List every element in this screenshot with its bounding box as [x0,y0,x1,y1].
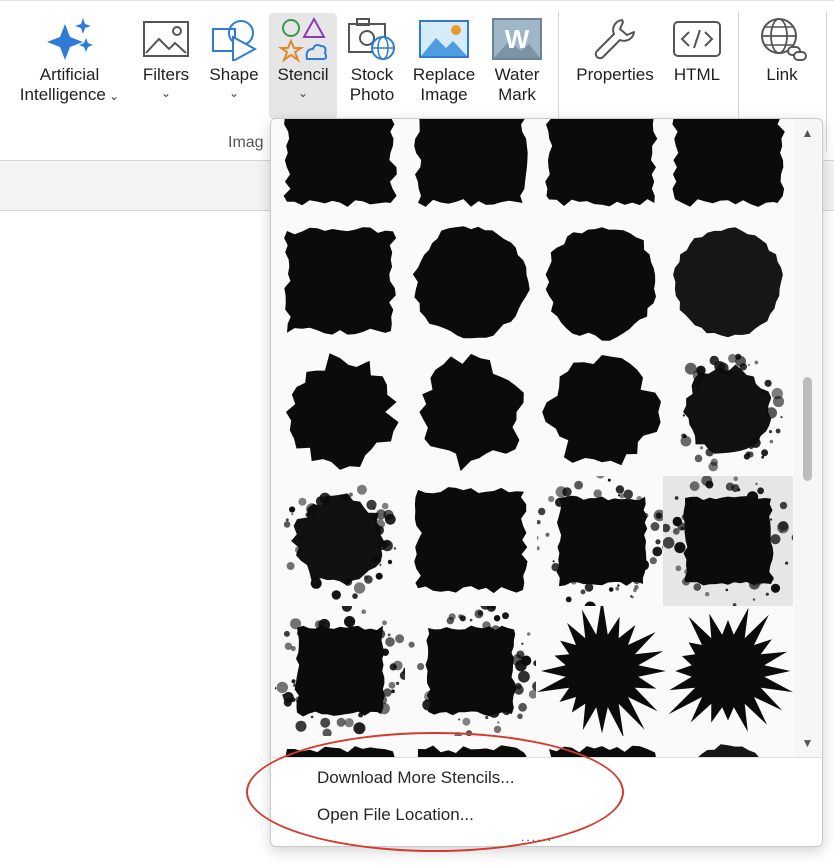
stencil-thumbnail[interactable] [406,217,536,347]
stencil-thumbnail[interactable] [537,119,667,219]
stencil-shape [284,227,397,335]
chevron-down-icon: ⌄ [297,86,309,100]
annotation-circle [246,732,624,852]
stencil-thumbnail[interactable] [275,347,405,477]
stencil-button[interactable]: Stencil ⌄ [269,13,337,119]
stock-label-1: Stock [350,65,394,84]
html-button[interactable]: HTML [668,13,726,85]
link-button[interactable]: Link [752,13,812,85]
stencil-thumbnail[interactable] [663,217,793,347]
chevron-down-icon: ⌄ [160,86,172,100]
stencil-shape [545,119,658,207]
stencil-thumbnail[interactable] [275,217,405,347]
stencil-thumbnail[interactable] [406,606,536,736]
stencil-thumbnail[interactable] [275,119,405,219]
shape-button[interactable]: Shape ⌄ [205,13,263,99]
stencil-shape [285,353,399,470]
replace-image-button[interactable]: Replace Image [407,13,481,105]
ai-label-1: Artificial [39,65,100,84]
stencil-thumbnail[interactable] [663,476,793,606]
stencil-thumbnail[interactable] [537,476,667,606]
replace-label-2: Image [420,85,468,104]
stencil-thumbnail[interactable] [663,735,793,757]
stencil-gallery [271,119,794,757]
watermark-icon: W [491,13,543,65]
stencil-shape [668,607,793,732]
watermark-button[interactable]: W Water Mark [487,13,547,105]
filters-label: Filters [142,65,190,84]
stencil-shape [412,226,530,339]
stencil-shape [414,119,528,207]
scroll-down-icon[interactable]: ▼ [794,733,821,753]
stencil-thumbnail[interactable] [275,476,405,606]
html-label: HTML [673,65,721,84]
stock-label-2: Photo [349,85,395,104]
water-label-1: Water [494,65,540,84]
stencil-label: Stencil [277,65,329,84]
stencil-shape [408,606,536,736]
stencil-thumbnail[interactable] [663,119,793,219]
stencil-thumbnail[interactable] [406,347,536,477]
stencil-shape [414,487,528,594]
globe-link-icon [757,13,807,65]
water-label-2: Mark [498,85,536,104]
group-label: Imag [228,134,264,151]
stencil-shape [545,227,656,341]
stencil-shape [537,476,667,606]
shape-label: Shape [209,65,259,84]
stencil-shape [673,227,783,338]
replace-image-icon [418,13,470,65]
replace-label-1: Replace [412,65,476,84]
properties-button[interactable]: Properties [568,13,662,85]
code-icon [672,13,722,65]
stencil-shape [275,606,405,736]
stencil-shape [283,119,397,207]
stencil-thumbnail[interactable] [663,347,793,477]
stencil-shape [672,119,785,207]
scroll-up-icon[interactable]: ▲ [794,123,821,143]
properties-label: Properties [576,65,654,84]
stencil-shape [542,355,661,466]
ai-button[interactable]: Artificial Intelligence ⌄ [12,13,127,105]
stencil-thumbnail[interactable] [537,347,667,477]
stencil-thumbnail[interactable] [275,606,405,736]
stencil-thumbnail[interactable] [537,217,667,347]
shape-icon [209,13,259,65]
stock-photo-button[interactable]: Stock Photo [343,13,401,105]
chevron-down-icon: ⌄ [228,86,240,100]
scroll-thumb[interactable] [803,377,812,481]
gallery-scrollbar[interactable]: ▲ ▼ [794,119,821,757]
stencil-shape [419,353,524,472]
chevron-down-icon: ⌄ [105,89,120,103]
svg-text:W: W [505,24,530,54]
stencil-thumbnail[interactable] [406,476,536,606]
group-separator [826,11,827,151]
stencil-icon [277,13,329,65]
sparkles-icon [45,13,95,65]
stencil-shape [537,606,666,736]
filters-button[interactable]: Filters ⌄ [138,13,194,99]
stencil-shape [283,484,397,600]
stencil-thumbnail[interactable] [537,606,667,736]
image-icon [142,13,190,65]
ai-label-2: Intelligence ⌄ [19,85,120,104]
stencil-shape [663,476,793,606]
stencil-shape [698,744,759,757]
link-label: Link [766,65,798,84]
wrench-icon [592,13,638,65]
stencil-shape [680,353,785,472]
stock-photo-icon [347,13,397,65]
stencil-thumbnail[interactable] [663,606,793,736]
stencil-thumbnail[interactable] [406,119,536,219]
